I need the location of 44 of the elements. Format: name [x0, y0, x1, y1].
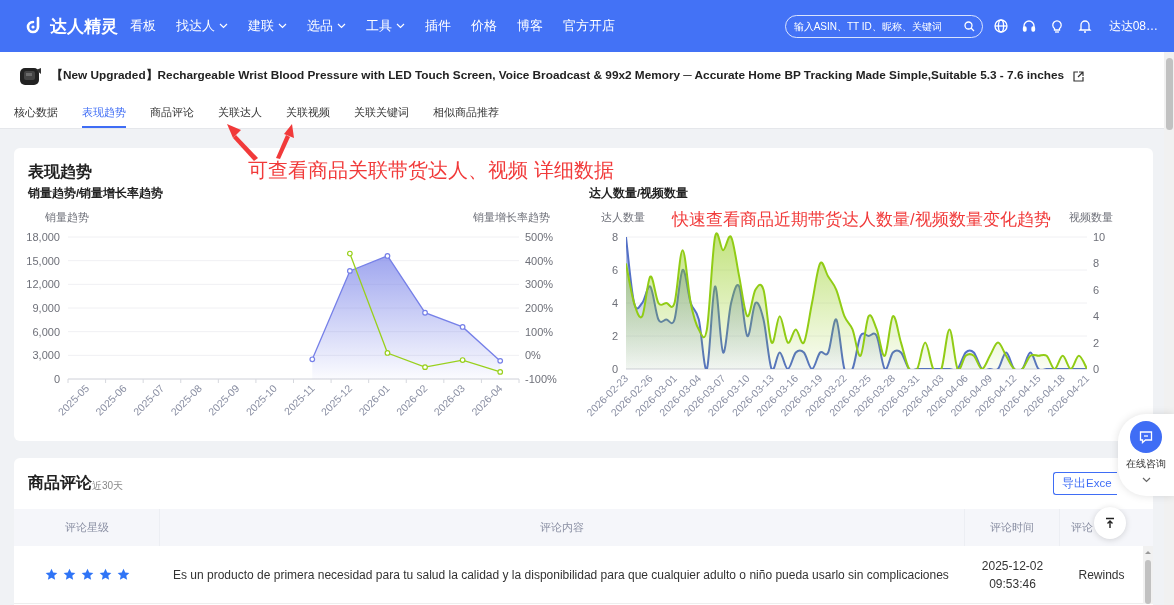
axis-title: 销量增长率趋势 — [473, 211, 550, 223]
tick-label: 0% — [525, 349, 541, 362]
product-title: 【New Upgraded】Rechargeable Wrist Blood Pressure with LED Touch Screen, Voice Broadcast & 99x2 Memory ─ Accurate Home BP Tracking Made Simple,Suitable 5.3 - 7.6 inches — [51, 68, 1065, 84]
section-title: 表现趋势 — [28, 162, 92, 182]
tick-label: 8 — [1093, 257, 1100, 270]
tick-label: 0 — [53, 373, 60, 385]
axis-title: 达人数量 — [601, 211, 645, 223]
column-header: 评论 — [1071, 520, 1093, 535]
tick-label: 400% — [525, 254, 554, 267]
tick-label: 6 — [611, 264, 618, 276]
column-header: 评论时间 — [990, 520, 1034, 535]
tick-label: 2 — [1093, 336, 1100, 349]
tick-label: 12,000 — [26, 278, 60, 291]
tick-label: 3,000 — [32, 349, 60, 362]
period-label: 近30天 — [92, 480, 124, 493]
annotation-text: 快速查看商品近期带货达人数量/视频数量变化趋势 — [672, 209, 1051, 229]
tick-label: 0 — [611, 363, 618, 375]
tick-label: 15,000 — [26, 254, 60, 267]
axis-title: 销量趋势 — [45, 211, 89, 223]
tick-label: -100% — [525, 373, 557, 385]
tick-label: 9,000 — [32, 302, 60, 314]
annotation-text: 可查看商品关联带货达人、视频 详细数据 — [248, 158, 614, 183]
tick-label: 0 — [1093, 363, 1100, 375]
tick-label: 6,000 — [32, 325, 60, 338]
tick-label: 2 — [611, 330, 618, 342]
tick-label: 10 — [1093, 231, 1106, 243]
tick-label: 500% — [525, 231, 554, 243]
chart-title: 销量趋势/销量增长率趋势 — [28, 186, 164, 200]
section-title: 商品评论 — [28, 473, 92, 493]
table-cell: 2025-12-02 09:53:46 — [965, 546, 1060, 604]
axis-title: 视频数量 — [1069, 211, 1113, 223]
tick-label: 100% — [525, 325, 554, 338]
column-header: 评论内容 — [540, 520, 584, 535]
tick-label: 300% — [525, 278, 554, 291]
tick-label: 6 — [1093, 283, 1100, 296]
chart-title: 达人数量/视频数量 — [589, 186, 689, 200]
table-cell: Es un producto de primera necesidad para tu salud la calidad y la disponibilidad para que cualquier adulto o niño pueda usarlo sin complicaciones — [160, 546, 965, 604]
tick-label: 4 — [1093, 310, 1100, 323]
brand-name: 达人精灵 — [50, 15, 118, 38]
tick-label: 8 — [611, 231, 618, 243]
tick-label: 18,000 — [26, 231, 60, 243]
tick-label: 200% — [525, 302, 554, 314]
tick-label: 4 — [611, 297, 618, 309]
column-header: 评论星级 — [64, 520, 109, 535]
